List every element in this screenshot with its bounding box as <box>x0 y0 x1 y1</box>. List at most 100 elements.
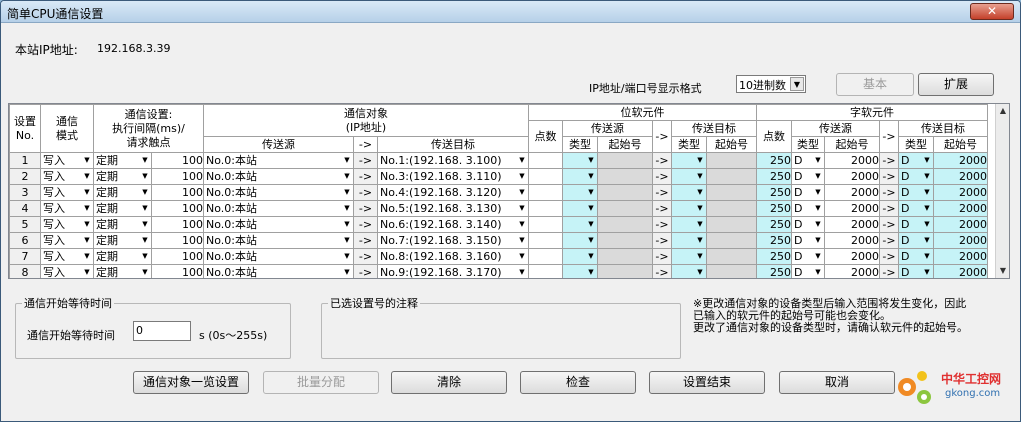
row-bit-src-type[interactable]: ▼ <box>562 248 598 265</box>
row-bit-dst-type[interactable]: ▼ <box>671 216 707 233</box>
row-source[interactable]: No.0:本站 ▼ <box>203 152 354 169</box>
row-bit-src-type[interactable]: ▼ <box>562 200 598 217</box>
row-bit-src-start[interactable] <box>597 184 653 201</box>
row-bit-src-type-dropdown[interactable]: ▼ <box>564 186 597 200</box>
finish-settings-button[interactable]: 设置结束 <box>649 371 765 394</box>
cancel-button[interactable]: 取消 <box>779 371 895 394</box>
row-dest[interactable]: No.6:(192.168. 3.140) ▼ <box>377 216 529 233</box>
row-bit-dst-start[interactable] <box>706 168 757 185</box>
row-comm-mode[interactable]: 写入 ▼ <box>40 232 94 249</box>
row-timing-dropdown[interactable]: 定期 ▼ <box>95 202 151 216</box>
row-bit-dst-type-dropdown[interactable]: ▼ <box>673 234 706 248</box>
row-dest[interactable]: No.3:(192.168. 3.110) ▼ <box>377 168 529 185</box>
row-comm-mode[interactable]: 写入 ▼ <box>40 152 94 169</box>
row-source-dropdown[interactable]: No.0:本站 ▼ <box>205 234 353 248</box>
row-word-src-type-dropdown[interactable]: D ▼ <box>793 154 824 168</box>
row-comm-mode[interactable]: 写入 ▼ <box>40 184 94 201</box>
row-bit-src-type[interactable]: ▼ <box>562 152 598 169</box>
row-word-dst-type[interactable]: D ▼ <box>898 248 934 265</box>
row-bit-points[interactable] <box>528 232 563 249</box>
row-bit-dst-start[interactable] <box>706 264 757 278</box>
row-dest-dropdown[interactable]: No.8:(192.168. 3.160) ▼ <box>379 250 528 264</box>
row-timing[interactable]: 定期 ▼ <box>93 232 152 249</box>
table-row[interactable]: 1 写入 ▼ 定期 ▼ 100 No.0:本站 ▼ -> No.1:(192.168. 3.100… <box>9 152 988 169</box>
close-button[interactable]: ✕ <box>970 3 1014 20</box>
row-word-src-start[interactable]: 2000 <box>824 216 880 233</box>
clear-button[interactable]: 清除 <box>391 371 507 394</box>
row-interval[interactable]: 100 <box>151 264 204 278</box>
row-word-dst-start[interactable]: 2000 <box>933 152 988 169</box>
row-word-points[interactable]: 250 <box>756 248 792 265</box>
row-word-src-start[interactable]: 2000 <box>824 264 880 278</box>
row-source[interactable]: No.0:本站 ▼ <box>203 200 354 217</box>
table-row[interactable]: 6 写入 ▼ 定期 ▼ 100 No.0:本站 ▼ -> No.7:(192.168. 3.150… <box>9 232 988 249</box>
row-word-points[interactable]: 250 <box>756 216 792 233</box>
table-row[interactable]: 4 写入 ▼ 定期 ▼ 100 No.0:本站 ▼ -> No.5:(192.168. 3.130… <box>9 200 988 217</box>
row-interval[interactable]: 100 <box>151 232 204 249</box>
row-interval[interactable]: 100 <box>151 168 204 185</box>
table-row[interactable]: 5 写入 ▼ 定期 ▼ 100 No.0:本站 ▼ -> No.6:(192.168. 3.140… <box>9 216 988 233</box>
row-dest[interactable]: No.7:(192.168. 3.150) ▼ <box>377 232 529 249</box>
row-bit-src-type-dropdown[interactable]: ▼ <box>564 170 597 184</box>
row-bit-dst-start[interactable] <box>706 232 757 249</box>
row-dest-dropdown[interactable]: No.6:(192.168. 3.140) ▼ <box>379 218 528 232</box>
row-word-dst-type[interactable]: D ▼ <box>898 216 934 233</box>
row-word-src-type-dropdown[interactable]: D ▼ <box>793 250 824 264</box>
row-word-src-start[interactable]: 2000 <box>824 168 880 185</box>
row-word-dst-type[interactable]: D ▼ <box>898 168 934 185</box>
table-row[interactable]: 3 写入 ▼ 定期 ▼ 100 No.0:本站 ▼ -> No.4:(192.168. 3.120… <box>9 184 988 201</box>
row-bit-dst-type[interactable]: ▼ <box>671 232 707 249</box>
row-word-points[interactable]: 250 <box>756 200 792 217</box>
row-bit-src-type-dropdown[interactable]: ▼ <box>564 266 597 279</box>
row-comm-mode-dropdown[interactable]: 写入 ▼ <box>42 250 93 264</box>
row-comm-mode[interactable]: 写入 ▼ <box>40 264 94 278</box>
row-timing[interactable]: 定期 ▼ <box>93 216 152 233</box>
row-comm-mode[interactable]: 写入 ▼ <box>40 200 94 217</box>
row-bit-src-type[interactable]: ▼ <box>562 232 598 249</box>
check-button[interactable]: 检查 <box>520 371 636 394</box>
expand-button[interactable]: 扩展 <box>918 73 994 96</box>
row-interval[interactable]: 100 <box>151 184 204 201</box>
target-list-settings-button[interactable]: 通信对象一览设置 <box>133 371 249 394</box>
row-bit-src-start[interactable] <box>597 216 653 233</box>
row-dest-dropdown[interactable]: No.4:(192.168. 3.120) ▼ <box>379 186 528 200</box>
row-word-dst-type-dropdown[interactable]: D ▼ <box>900 170 933 184</box>
row-bit-src-type[interactable]: ▼ <box>562 184 598 201</box>
row-word-dst-type-dropdown[interactable]: D ▼ <box>900 234 933 248</box>
table-row[interactable]: 2 写入 ▼ 定期 ▼ 100 No.0:本站 ▼ -> No.3:(192.168. 3.110… <box>9 168 988 185</box>
row-timing-dropdown[interactable]: 定期 ▼ <box>95 218 151 232</box>
display-format-select[interactable]: 10进制数 ▼ <box>736 75 806 93</box>
row-timing-dropdown[interactable]: 定期 ▼ <box>95 266 151 278</box>
row-bit-dst-start[interactable] <box>706 184 757 201</box>
row-source-dropdown[interactable]: No.0:本站 ▼ <box>205 218 353 232</box>
scroll-down-icon[interactable]: ▼ <box>997 265 1009 277</box>
row-bit-src-start[interactable] <box>597 232 653 249</box>
row-word-src-type[interactable]: D ▼ <box>791 232 825 249</box>
row-bit-dst-type[interactable]: ▼ <box>671 248 707 265</box>
row-bit-dst-type-dropdown[interactable]: ▼ <box>673 218 706 232</box>
row-bit-dst-start[interactable] <box>706 152 757 169</box>
row-interval[interactable]: 100 <box>151 152 204 169</box>
row-dest-dropdown[interactable]: No.9:(192.168. 3.170) ▼ <box>379 266 528 278</box>
row-bit-dst-type-dropdown[interactable]: ▼ <box>673 154 706 168</box>
row-bit-src-type-dropdown[interactable]: ▼ <box>564 250 597 264</box>
row-word-src-type-dropdown[interactable]: D ▼ <box>793 218 824 232</box>
row-bit-dst-start[interactable] <box>706 248 757 265</box>
row-bit-src-start[interactable] <box>597 248 653 265</box>
row-comm-mode-dropdown[interactable]: 写入 ▼ <box>42 202 93 216</box>
row-word-dst-type[interactable]: D ▼ <box>898 232 934 249</box>
row-bit-dst-type-dropdown[interactable]: ▼ <box>673 250 706 264</box>
row-word-src-type-dropdown[interactable]: D ▼ <box>793 202 824 216</box>
row-source[interactable]: No.0:本站 ▼ <box>203 232 354 249</box>
row-timing-dropdown[interactable]: 定期 ▼ <box>95 250 151 264</box>
row-word-dst-type-dropdown[interactable]: D ▼ <box>900 202 933 216</box>
row-bit-src-start[interactable] <box>597 200 653 217</box>
row-word-dst-type-dropdown[interactable]: D ▼ <box>900 218 933 232</box>
row-dest[interactable]: No.9:(192.168. 3.170) ▼ <box>377 264 529 278</box>
row-word-src-type[interactable]: D ▼ <box>791 200 825 217</box>
row-word-src-type[interactable]: D ▼ <box>791 264 825 278</box>
row-bit-src-type-dropdown[interactable]: ▼ <box>564 202 597 216</box>
basic-button[interactable]: 基本 <box>836 73 914 96</box>
row-bit-src-type-dropdown[interactable]: ▼ <box>564 234 597 248</box>
row-bit-dst-type[interactable]: ▼ <box>671 184 707 201</box>
